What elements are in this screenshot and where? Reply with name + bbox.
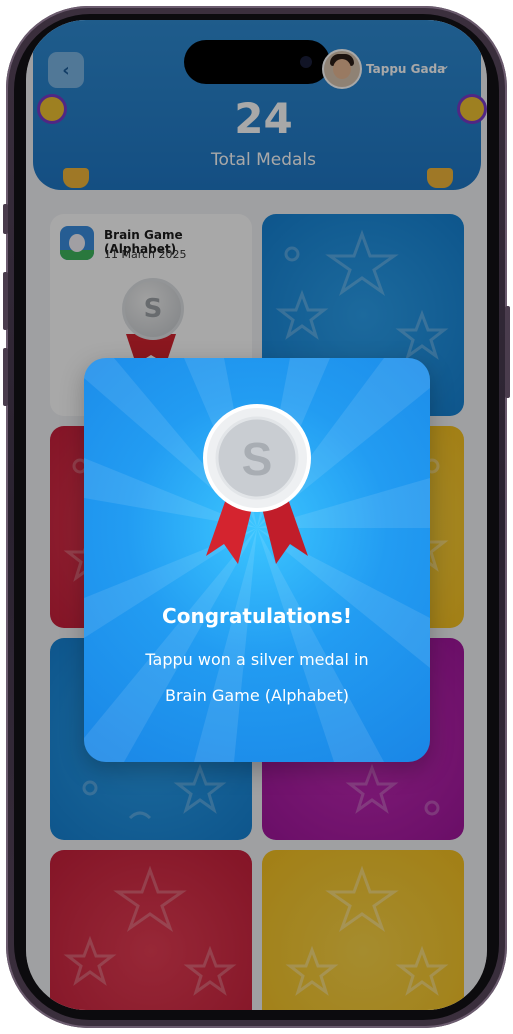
mute-switch — [3, 204, 8, 234]
power-button — [505, 306, 510, 398]
volume-down-button — [3, 348, 8, 406]
dialog-message-line1: Tappu won a silver medal in — [145, 650, 369, 669]
silver-medal-icon: S — [203, 404, 311, 564]
volume-up-button — [3, 272, 8, 330]
congratulations-dialog[interactable]: S Congratulations! Tappu won a silver me… — [84, 358, 430, 762]
dialog-message-line2: Brain Game (Alphabet) — [165, 686, 349, 705]
medal-letter: S — [242, 433, 273, 485]
dialog-title: Congratulations! — [162, 604, 352, 628]
app-screen: 24 Total Medals ‹ Tappu Gada ⌄ Brain Gam… — [26, 20, 487, 1010]
